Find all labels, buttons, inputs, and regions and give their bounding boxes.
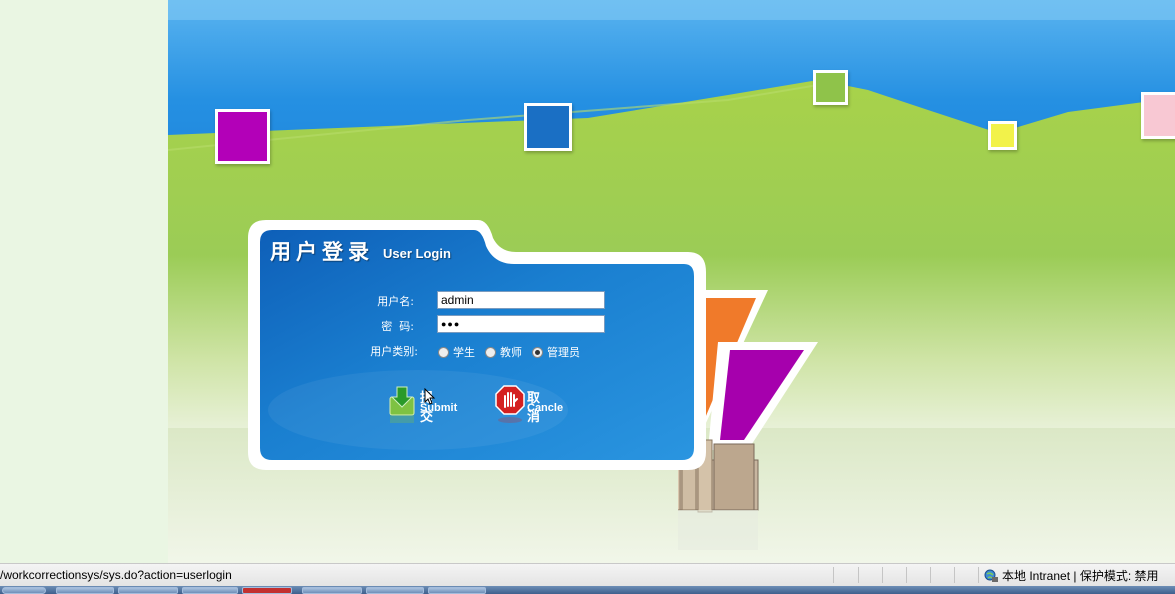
intranet-globe-icon xyxy=(984,569,998,582)
taskbar-item[interactable] xyxy=(242,587,292,594)
cancel-button[interactable]: 取 消 Cancle xyxy=(495,385,575,425)
login-title-en: User Login xyxy=(383,246,451,261)
left-frame-panel xyxy=(0,0,169,563)
cancel-label-en: Cancle xyxy=(527,402,564,414)
radio-admin-label: 管理员 xyxy=(547,346,580,359)
radio-admin[interactable] xyxy=(532,346,543,358)
taskbar-item[interactable] xyxy=(56,587,114,594)
username-input[interactable] xyxy=(437,291,605,309)
windows-taskbar xyxy=(0,586,1175,594)
radio-teacher-label: 教师 xyxy=(500,346,522,359)
status-separator xyxy=(906,567,907,583)
status-url: /workcorrectionsys/sys.do?action=userlog… xyxy=(0,568,232,582)
status-separator xyxy=(833,567,834,583)
taskbar-item[interactable] xyxy=(118,587,178,594)
taskbar-item[interactable] xyxy=(182,587,238,594)
status-separator xyxy=(978,567,979,583)
folder-decoration xyxy=(678,290,818,550)
password-input[interactable]: ●●● xyxy=(437,315,605,333)
security-zone[interactable]: 本地 Intranet | 保护模式: 禁用 xyxy=(984,567,1158,584)
password-label: 密 码: xyxy=(381,320,414,333)
start-button[interactable] xyxy=(2,587,46,594)
taskbar-item[interactable] xyxy=(366,587,424,594)
browser-status-bar: /workcorrectionsys/sys.do?action=userlog… xyxy=(0,563,1175,586)
status-separator xyxy=(858,567,859,583)
taskbar-item[interactable] xyxy=(428,587,486,594)
decor-square-green xyxy=(813,70,848,105)
status-separator xyxy=(882,567,883,583)
usertype-label: 用户类别: xyxy=(370,345,418,358)
radio-student-label: 学生 xyxy=(453,346,475,359)
status-separator xyxy=(954,567,955,583)
login-card: 用户登录 User Login 用户名: 密 码: ●●● 用户类别: 学生 教… xyxy=(248,220,706,470)
security-zone-label: 本地 Intranet | 保护模式: 禁用 xyxy=(1002,569,1159,583)
stop-hand-icon xyxy=(495,385,525,423)
decor-square-purple xyxy=(215,109,270,164)
status-separator xyxy=(930,567,931,583)
username-label: 用户名: xyxy=(377,295,414,308)
decor-square-pink xyxy=(1141,92,1175,139)
decor-square-yellow xyxy=(988,121,1017,150)
login-stage: 用户登录 User Login 用户名: 密 码: ●●● 用户类别: 学生 教… xyxy=(168,0,1175,563)
usertype-radio-group: 学生 教师 管理员 xyxy=(438,344,586,360)
radio-student[interactable] xyxy=(438,346,449,358)
mouse-cursor-icon xyxy=(424,388,436,405)
radio-teacher[interactable] xyxy=(485,346,496,358)
submit-icon xyxy=(389,386,415,423)
login-title-cn: 用户登录 xyxy=(270,240,374,264)
taskbar-item[interactable] xyxy=(302,587,362,594)
decor-square-blue xyxy=(524,103,572,151)
